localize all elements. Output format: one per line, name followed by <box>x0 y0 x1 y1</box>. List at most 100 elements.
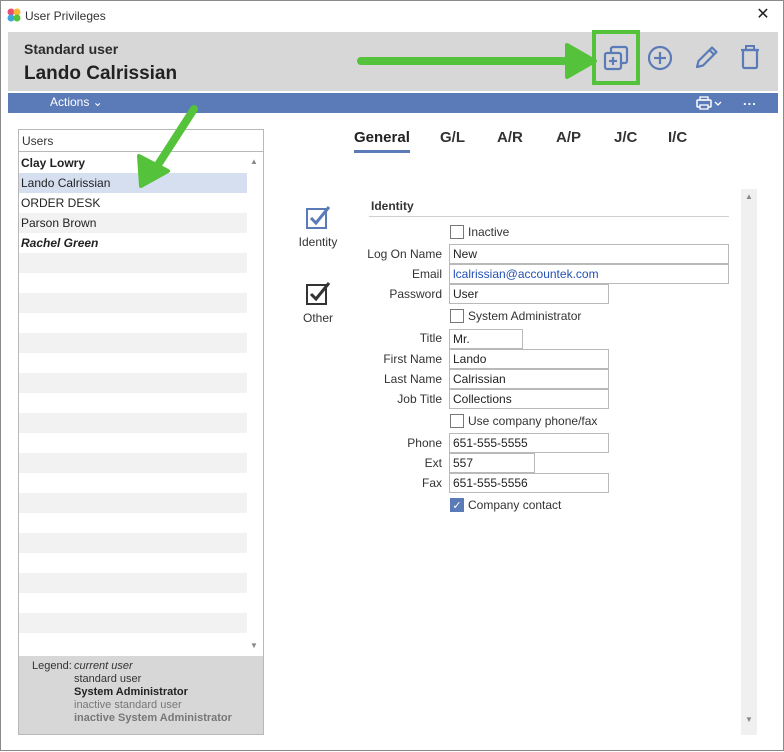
legend-standard-user: standard user <box>74 673 142 685</box>
empty-row <box>19 433 247 453</box>
list-item[interactable]: Rachel Green <box>19 233 247 253</box>
fax-label: Fax <box>421 476 442 490</box>
copy-add-icon[interactable] <box>598 40 634 76</box>
empty-row <box>19 613 247 633</box>
empty-row <box>19 393 247 413</box>
section-divider <box>369 216 729 217</box>
users-list: Clay Lowry Lando Calrissian ORDER DESK P… <box>19 153 247 653</box>
sysadmin-checkbox[interactable]: System Administrator <box>450 309 581 323</box>
password-field[interactable]: User <box>449 284 609 304</box>
logon-name-label: Log On Name <box>367 247 442 261</box>
empty-row <box>19 373 247 393</box>
legend-inactive-admin: inactive System Administrator <box>74 712 232 724</box>
sidenav-identity[interactable]: Identity <box>283 203 353 249</box>
email-label: Email <box>411 267 442 281</box>
title-label: Title <box>419 331 442 345</box>
empty-row <box>19 413 247 433</box>
empty-row <box>19 513 247 533</box>
tab-ar[interactable]: A/R <box>497 129 523 150</box>
identity-form: Identity Inactive Log On Name New Email … <box>351 189 759 735</box>
sidenav-other-label: Other <box>302 311 333 325</box>
actions-menu[interactable]: Actions ⌄ <box>50 95 103 109</box>
empty-row <box>19 573 247 593</box>
legend-label: Legend: <box>32 660 72 672</box>
logon-name-field[interactable]: New <box>449 244 729 264</box>
empty-row <box>19 253 247 273</box>
inactive-box[interactable] <box>450 225 464 239</box>
list-item[interactable]: Parson Brown <box>19 213 247 233</box>
users-column-header: Users <box>19 130 263 152</box>
window-title: User Privileges <box>25 9 106 23</box>
list-item[interactable]: Lando Calrissian <box>19 173 247 193</box>
use-company-phone-box[interactable] <box>450 414 464 428</box>
legend: Legend: current user standard user Syste… <box>19 656 263 734</box>
user-role-label: Standard user <box>24 41 119 57</box>
empty-row <box>19 493 247 513</box>
title-field[interactable]: Mr. <box>449 329 523 349</box>
scroll-up-icon[interactable]: ▲ <box>250 157 258 166</box>
ext-field[interactable]: 557 <box>449 453 535 473</box>
legend-current-user: current user <box>74 660 133 672</box>
job-title-field[interactable]: Collections <box>449 389 609 409</box>
more-options-button[interactable]: ... <box>743 93 757 108</box>
empty-row <box>19 633 247 653</box>
empty-row <box>19 453 247 473</box>
company-contact-checkbox[interactable]: ✓ Company contact <box>450 498 561 512</box>
legend-items: current user standard user System Admini… <box>74 660 232 725</box>
empty-row <box>19 533 247 553</box>
legend-inactive-standard: inactive standard user <box>74 699 182 711</box>
checkbox-check-icon <box>306 206 331 229</box>
use-company-phone-checkbox[interactable]: Use company phone/fax <box>450 414 597 428</box>
tab-gl[interactable]: G/L <box>440 129 465 150</box>
sidenav-identity-label: Identity <box>298 235 338 249</box>
last-name-label: Last Name <box>383 372 442 386</box>
print-icon[interactable] <box>694 95 726 111</box>
empty-row <box>19 313 247 333</box>
company-contact-box[interactable]: ✓ <box>450 498 464 512</box>
trash-icon[interactable] <box>732 40 768 76</box>
users-scrollbar[interactable]: ▲ ▼ <box>247 153 263 655</box>
sysadmin-box[interactable] <box>450 309 464 323</box>
users-panel: Users Clay Lowry Lando Calrissian ORDER … <box>18 129 264 735</box>
first-name-label: First Name <box>383 352 442 366</box>
empty-row <box>19 593 247 613</box>
ext-label: Ext <box>424 456 442 470</box>
empty-row <box>19 333 247 353</box>
scroll-down-icon[interactable]: ▼ <box>250 641 258 650</box>
add-circle-icon[interactable] <box>642 40 678 76</box>
password-label: Password <box>389 287 442 301</box>
last-name-field[interactable]: Calrissian <box>449 369 609 389</box>
tab-ap[interactable]: A/P <box>556 129 581 150</box>
legend-system-admin: System Administrator <box>74 686 188 698</box>
first-name-field[interactable]: Lando <box>449 349 609 369</box>
scroll-up-icon[interactable]: ▲ <box>745 192 753 201</box>
tab-ic[interactable]: I/C <box>668 129 687 150</box>
job-title-label: Job Title <box>397 392 442 406</box>
app-logo-icon <box>7 8 21 22</box>
phone-label: Phone <box>407 436 442 450</box>
action-bar: Actions ⌄ ... <box>8 93 778 113</box>
empty-row <box>19 273 247 293</box>
form-scrollbar[interactable]: ▲ ▼ <box>741 189 757 735</box>
list-item[interactable]: ORDER DESK <box>19 193 247 213</box>
empty-row <box>19 353 247 373</box>
inactive-checkbox[interactable]: Inactive <box>450 225 509 239</box>
tab-general[interactable]: General <box>354 129 410 153</box>
sidenav-other[interactable]: Other <box>283 279 353 325</box>
empty-row <box>19 473 247 493</box>
checkbox-check-icon <box>306 282 331 305</box>
user-privileges-window: User Privileges ✕ Standard user Lando Ca… <box>0 0 784 751</box>
empty-row <box>19 553 247 573</box>
scroll-down-icon[interactable]: ▼ <box>745 715 753 724</box>
empty-row <box>19 293 247 313</box>
phone-field[interactable]: 651-555-5555 <box>449 433 609 453</box>
tab-jc[interactable]: J/C <box>614 129 637 150</box>
fax-field[interactable]: 651-555-5556 <box>449 473 609 493</box>
user-name-title: Lando Calrissian <box>24 63 178 84</box>
pencil-icon[interactable] <box>688 40 724 76</box>
email-field[interactable]: lcalrissian@accountek.com <box>449 264 729 284</box>
list-item[interactable]: Clay Lowry <box>19 153 247 173</box>
title-bar: User Privileges ✕ <box>1 1 783 31</box>
record-header: Standard user Lando Calrissian <box>8 30 778 91</box>
close-button[interactable]: ✕ <box>753 5 773 25</box>
